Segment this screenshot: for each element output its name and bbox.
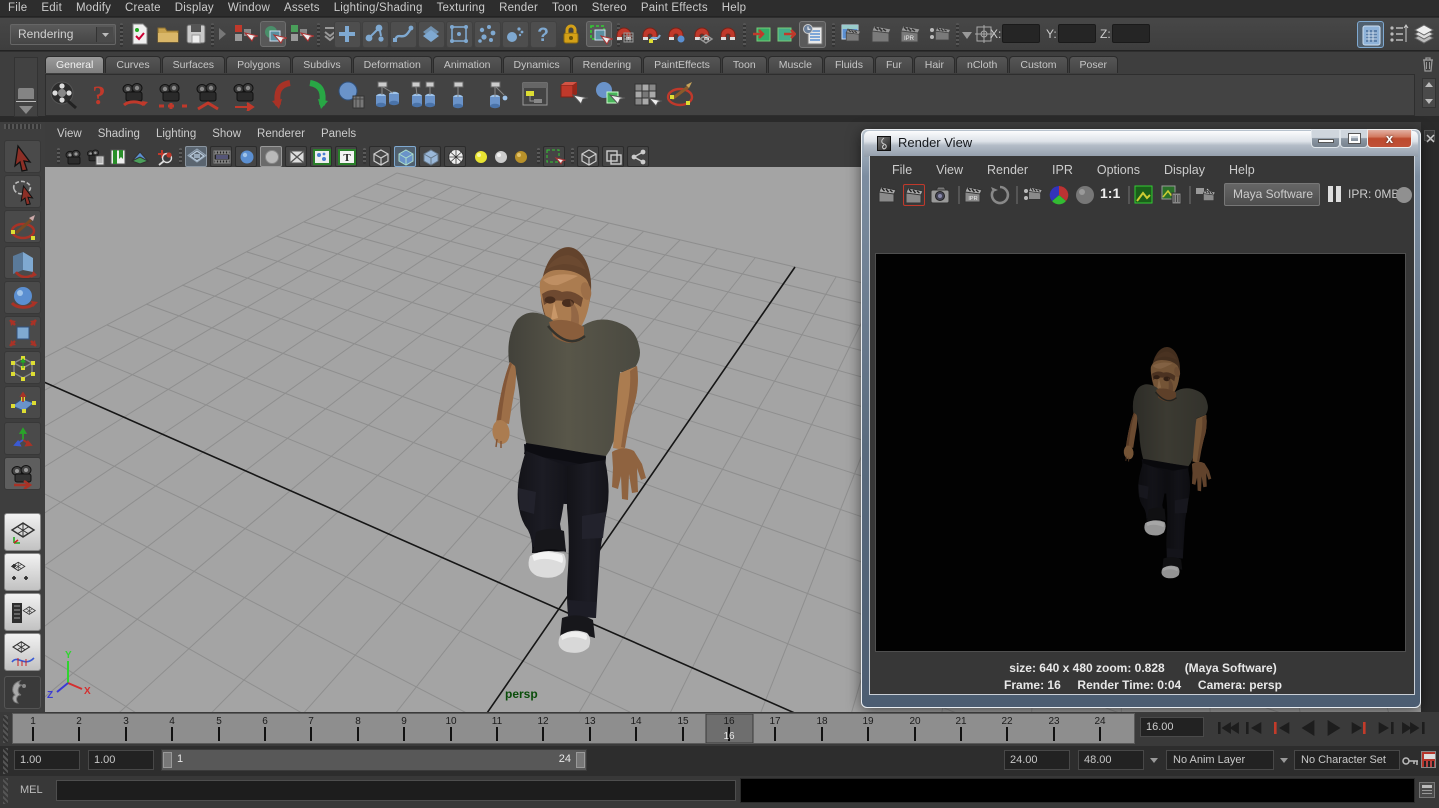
svg-text:X: X bbox=[84, 686, 91, 697]
svg-text:11: 11 bbox=[492, 716, 503, 727]
svg-text:21: 21 bbox=[955, 716, 967, 727]
svg-text:19: 19 bbox=[862, 716, 874, 727]
svg-text:24: 24 bbox=[1094, 716, 1106, 727]
svg-text:5: 5 bbox=[216, 716, 222, 727]
svg-text:23: 23 bbox=[1048, 716, 1060, 727]
svg-text:6: 6 bbox=[262, 716, 268, 727]
svg-text:14: 14 bbox=[630, 716, 642, 727]
svg-text:16: 16 bbox=[723, 731, 735, 742]
svg-text:4: 4 bbox=[169, 716, 175, 727]
svg-text:1: 1 bbox=[30, 716, 36, 727]
svg-text:15: 15 bbox=[677, 716, 689, 727]
svg-text:persp: persp bbox=[505, 687, 538, 701]
svg-text:T: T bbox=[343, 152, 351, 164]
svg-text:16: 16 bbox=[723, 716, 735, 727]
svg-text:20: 20 bbox=[909, 716, 921, 727]
svg-text:?: ? bbox=[93, 81, 106, 110]
svg-text:9: 9 bbox=[401, 716, 407, 727]
svg-text:Z: Z bbox=[47, 690, 53, 701]
svg-text:18: 18 bbox=[816, 716, 828, 727]
svg-text:22: 22 bbox=[1001, 716, 1013, 727]
svg-text:IPR: IPR bbox=[968, 196, 977, 202]
svg-text:?: ? bbox=[537, 25, 549, 46]
svg-text:3: 3 bbox=[123, 716, 129, 727]
svg-text:12: 12 bbox=[537, 716, 549, 727]
svg-text:17: 17 bbox=[769, 716, 781, 727]
svg-text:IPR: IPR bbox=[904, 36, 915, 42]
svg-text:13: 13 bbox=[584, 716, 596, 727]
svg-text:7: 7 bbox=[308, 716, 314, 727]
svg-text:10: 10 bbox=[445, 716, 457, 727]
svg-text:Y: Y bbox=[65, 650, 72, 661]
svg-text:2: 2 bbox=[76, 716, 82, 727]
svg-text:8: 8 bbox=[355, 716, 361, 727]
